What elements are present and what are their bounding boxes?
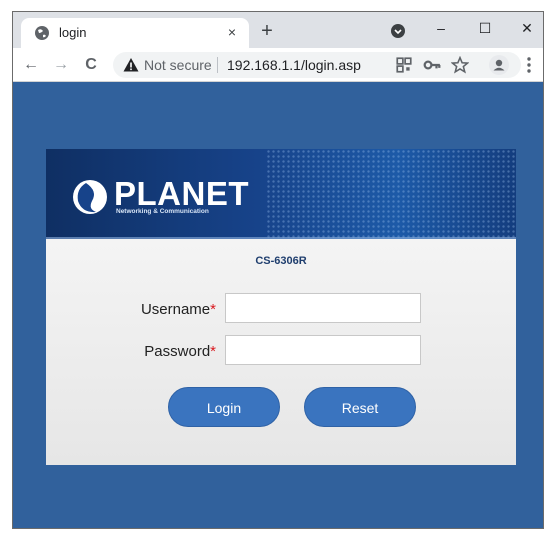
menu-icon[interactable] <box>519 55 539 75</box>
minimize-button[interactable]: – <box>419 14 463 42</box>
username-field[interactable] <box>225 293 421 323</box>
address-bar[interactable]: Not secure 192.168.1.1/login.asp <box>113 52 521 78</box>
maximize-button[interactable]: ☐ <box>463 14 507 42</box>
forward-button[interactable]: → <box>51 55 71 75</box>
tab-title: login <box>59 25 87 40</box>
brand-tagline: Networking & Communication <box>116 208 209 215</box>
world-map-pattern <box>266 149 516 239</box>
security-status[interactable]: Not secure <box>144 57 212 73</box>
back-button[interactable]: ← <box>21 55 41 75</box>
tab-close-icon[interactable]: × <box>223 23 241 41</box>
star-icon[interactable] <box>451 56 469 74</box>
brand-banner: PLANET Networking & Communication <box>46 149 516 239</box>
new-tab-button[interactable]: + <box>257 21 277 41</box>
profile-icon[interactable] <box>489 55 509 75</box>
tab-login[interactable]: login × <box>21 18 249 48</box>
reset-button[interactable]: Reset <box>304 387 416 427</box>
password-label: Password* <box>144 343 216 360</box>
login-form: CS-6306R Username* Password* Login Reset <box>46 239 516 465</box>
planet-logo-icon <box>73 180 107 214</box>
tab-strip: login × + – ☐ ✕ <box>13 12 543 48</box>
reload-button[interactable]: C <box>81 55 101 75</box>
url-text[interactable]: 192.168.1.1/login.asp <box>227 57 361 73</box>
login-button[interactable]: Login <box>168 387 280 427</box>
qr-code-icon[interactable] <box>395 56 413 74</box>
login-panel: PLANET Networking & Communication CS-630… <box>46 149 516 465</box>
warning-icon[interactable] <box>123 57 139 73</box>
device-model: CS-6306R <box>255 255 307 267</box>
close-window-button[interactable]: ✕ <box>505 14 543 42</box>
page-content: PLANET Networking & Communication CS-630… <box>13 82 543 528</box>
omnibox-divider <box>217 57 218 73</box>
key-icon[interactable] <box>423 56 441 74</box>
username-label: Username* <box>140 301 216 318</box>
required-mark: * <box>210 343 216 360</box>
globe-icon <box>35 26 49 40</box>
required-mark: * <box>210 301 216 318</box>
browser-window: login × + – ☐ ✕ ← → C Not secure 192.168… <box>12 11 544 529</box>
password-field[interactable] <box>225 335 421 365</box>
browser-toolbar: ← → C Not secure 192.168.1.1/login.asp <box>13 48 543 82</box>
tab-search-icon[interactable] <box>391 24 405 38</box>
